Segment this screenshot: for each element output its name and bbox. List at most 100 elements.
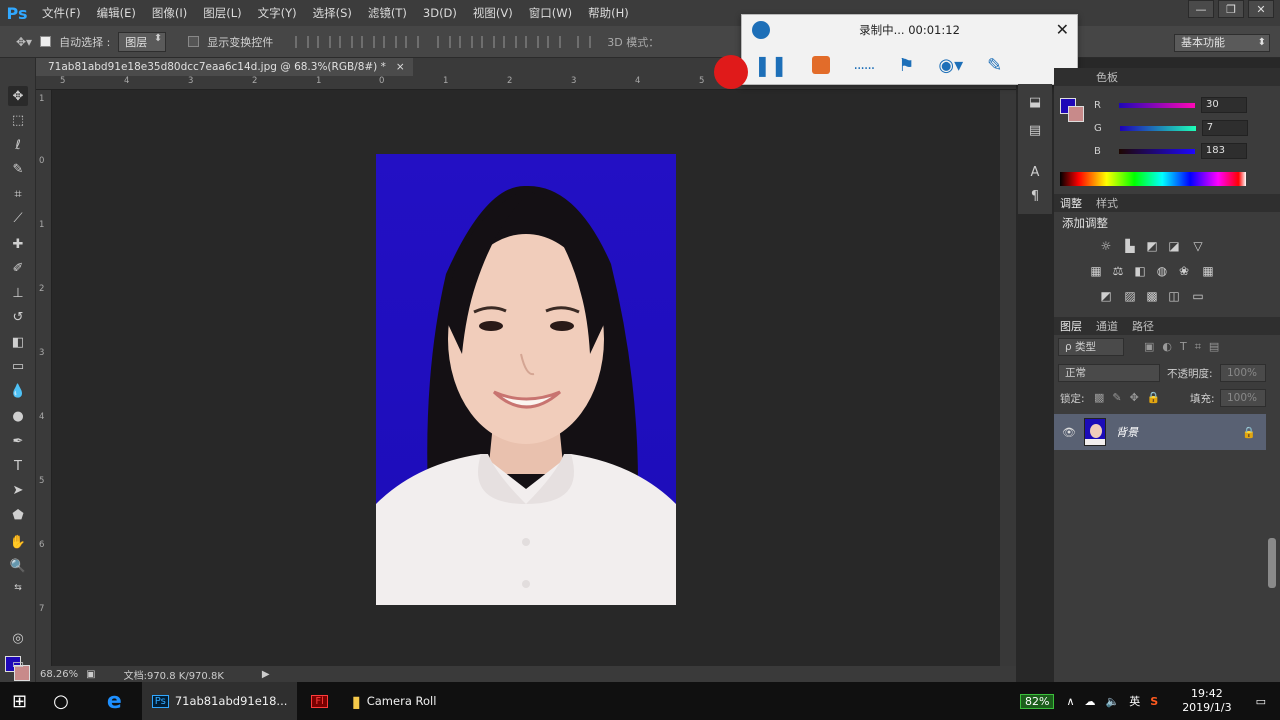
- network-cloud-icon[interactable]: ☁: [1085, 695, 1096, 708]
- tab-channels[interactable]: 通道: [1096, 318, 1118, 334]
- paragraph-panel-icon[interactable]: ¶: [1025, 186, 1045, 206]
- volume-icon[interactable]: 🔈: [1106, 695, 1120, 708]
- distribute-right-icon[interactable]: [547, 35, 562, 48]
- swap-colors-icon[interactable]: ⇆: [8, 578, 28, 598]
- quick-mask-icon[interactable]: ◎: [8, 628, 28, 648]
- hue-saturation-icon[interactable]: ▦: [1088, 264, 1104, 278]
- sogou-ime-icon[interactable]: S: [1150, 695, 1158, 708]
- levels-icon[interactable]: ▙: [1122, 239, 1138, 253]
- history-brush-tool-icon[interactable]: ↺: [8, 307, 28, 327]
- menu-type[interactable]: 文字(Y): [250, 0, 305, 26]
- auto-align-icon[interactable]: [577, 35, 592, 48]
- layer-kind-filter[interactable]: ρ 类型: [1058, 338, 1124, 356]
- webcam-add-icon[interactable]: ◉▾: [938, 55, 963, 76]
- document-tab[interactable]: 71ab81abd91e18e35d80dcc7eaa6c14d.jpg @ 6…: [36, 58, 413, 76]
- layer-select[interactable]: 图层: [118, 31, 167, 52]
- lock-icons[interactable]: ▩✎✥🔒: [1094, 391, 1169, 404]
- pen-tool-icon[interactable]: ✒: [8, 431, 28, 451]
- menu-view[interactable]: 视图(V): [465, 0, 521, 26]
- menu-filter[interactable]: 滤镜(T): [360, 0, 415, 26]
- distribute-left-icon[interactable]: [503, 35, 518, 48]
- close-button[interactable]: ✕: [1248, 0, 1274, 18]
- canvas-vertical-scrollbar[interactable]: [1000, 90, 1016, 666]
- channel-mixer-icon[interactable]: ❀: [1176, 264, 1192, 278]
- auto-select-checkbox[interactable]: [40, 36, 52, 47]
- crop-tool-icon[interactable]: ⌗: [8, 184, 28, 204]
- invert-icon[interactable]: ◩: [1098, 289, 1114, 303]
- align-bottom-icon[interactable]: [339, 35, 354, 48]
- close-tab-icon[interactable]: ×: [396, 58, 405, 76]
- distribute-top-icon[interactable]: [437, 35, 452, 48]
- menu-help[interactable]: 帮助(H): [580, 0, 637, 26]
- distribute-vcenter-icon[interactable]: [459, 35, 474, 48]
- brush-tool-icon[interactable]: ✐: [8, 258, 28, 278]
- action-center-icon[interactable]: ▭: [1256, 695, 1266, 708]
- tab-layers[interactable]: 图层: [1060, 318, 1082, 334]
- properties-panel-icon[interactable]: ▤: [1025, 120, 1045, 140]
- input-method-indicator[interactable]: 英: [1129, 693, 1140, 709]
- red-slider[interactable]: [1118, 102, 1195, 108]
- marquee-tool-icon[interactable]: ⬚: [8, 110, 28, 130]
- opacity-field[interactable]: 100%: [1220, 364, 1266, 382]
- selective-color-icon[interactable]: ◫: [1166, 289, 1182, 303]
- align-vcenter-icon[interactable]: [317, 35, 332, 48]
- clone-stamp-tool-icon[interactable]: ⊥: [8, 283, 28, 303]
- taskbar-camera-roll[interactable]: ▮ Camera Roll: [352, 692, 437, 711]
- distribute-hcenter-icon[interactable]: [525, 35, 540, 48]
- clock[interactable]: 19:42 2019/1/3: [1182, 687, 1231, 715]
- edit-pencil-icon[interactable]: ✎: [987, 55, 1002, 76]
- dodge-tool-icon[interactable]: ●: [8, 406, 28, 426]
- tab-paths[interactable]: 路径: [1132, 318, 1154, 334]
- threshold-icon[interactable]: ▩: [1144, 289, 1160, 303]
- color-balance-icon[interactable]: ⚖: [1110, 264, 1126, 278]
- layer-filter-icons[interactable]: ▣◐T⌗▤: [1144, 340, 1227, 354]
- fill-field[interactable]: 100%: [1220, 389, 1266, 407]
- type-tool-icon[interactable]: T: [8, 456, 28, 476]
- gradient-map-icon[interactable]: ▭: [1190, 289, 1206, 303]
- layer-name[interactable]: 背景: [1116, 424, 1138, 440]
- quick-select-tool-icon[interactable]: ✎: [8, 159, 28, 179]
- character-panel-icon[interactable]: A: [1025, 162, 1045, 182]
- eyedropper-tool-icon[interactable]: ⟋: [8, 208, 28, 228]
- menu-select[interactable]: 选择(S): [305, 0, 360, 26]
- pause-icon[interactable]: ❚❚: [754, 53, 788, 77]
- black-white-icon[interactable]: ◧: [1132, 264, 1148, 278]
- menu-3d[interactable]: 3D(D): [415, 0, 465, 26]
- curves-icon[interactable]: ◩: [1144, 239, 1160, 253]
- menu-file[interactable]: 文件(F): [34, 0, 89, 26]
- layer-row-background[interactable]: 👁 背景 🔒: [1054, 414, 1266, 450]
- visibility-eye-icon[interactable]: 👁: [1062, 426, 1076, 439]
- stop-icon[interactable]: [811, 56, 830, 74]
- distribute-bottom-icon[interactable]: [481, 35, 496, 48]
- pen-marker-icon[interactable]: ⚑: [898, 55, 914, 76]
- bg-color-chip[interactable]: [1068, 106, 1084, 122]
- cortana-search-icon[interactable]: ○: [53, 691, 69, 712]
- zoom-level[interactable]: 68.26%: [40, 669, 78, 680]
- workspace-select[interactable]: 基本功能: [1174, 34, 1270, 52]
- start-windows-icon[interactable]: ⊞: [12, 691, 27, 712]
- blue-value[interactable]: 183: [1200, 143, 1247, 159]
- color-lookup-icon[interactable]: ▦: [1200, 264, 1216, 278]
- tab-swatches[interactable]: 色板: [1096, 69, 1118, 85]
- edge-browser-icon[interactable]: e: [107, 689, 122, 714]
- hand-tool-icon[interactable]: ✋: [8, 532, 28, 552]
- brightness-icon[interactable]: ☼: [1098, 239, 1114, 253]
- battery-indicator[interactable]: 82%: [1020, 693, 1055, 709]
- status-menu-arrow-icon[interactable]: ▶: [262, 669, 270, 680]
- blur-tool-icon[interactable]: 💧: [8, 381, 28, 401]
- tab-adjustments[interactable]: 调整: [1060, 195, 1082, 211]
- document-image[interactable]: [376, 154, 676, 605]
- gradient-tool-icon[interactable]: ▭: [8, 356, 28, 376]
- red-value[interactable]: 30: [1200, 97, 1247, 113]
- lasso-tool-icon[interactable]: ℓ: [8, 135, 28, 155]
- posterize-icon[interactable]: ▨: [1122, 289, 1138, 303]
- menu-image[interactable]: 图像(I): [144, 0, 195, 26]
- menu-edit[interactable]: 编辑(E): [89, 0, 144, 26]
- screen-mode-icon[interactable]: ▭: [8, 654, 28, 674]
- layers-panel-scrollbar[interactable]: [1268, 538, 1276, 588]
- align-top-icon[interactable]: [295, 35, 310, 48]
- recorder-close-button[interactable]: ✕: [1056, 20, 1069, 39]
- color-spectrum-ramp[interactable]: [1060, 172, 1246, 186]
- show-hidden-icons[interactable]: ∧: [1066, 695, 1074, 708]
- align-hcenter-icon[interactable]: [383, 35, 398, 48]
